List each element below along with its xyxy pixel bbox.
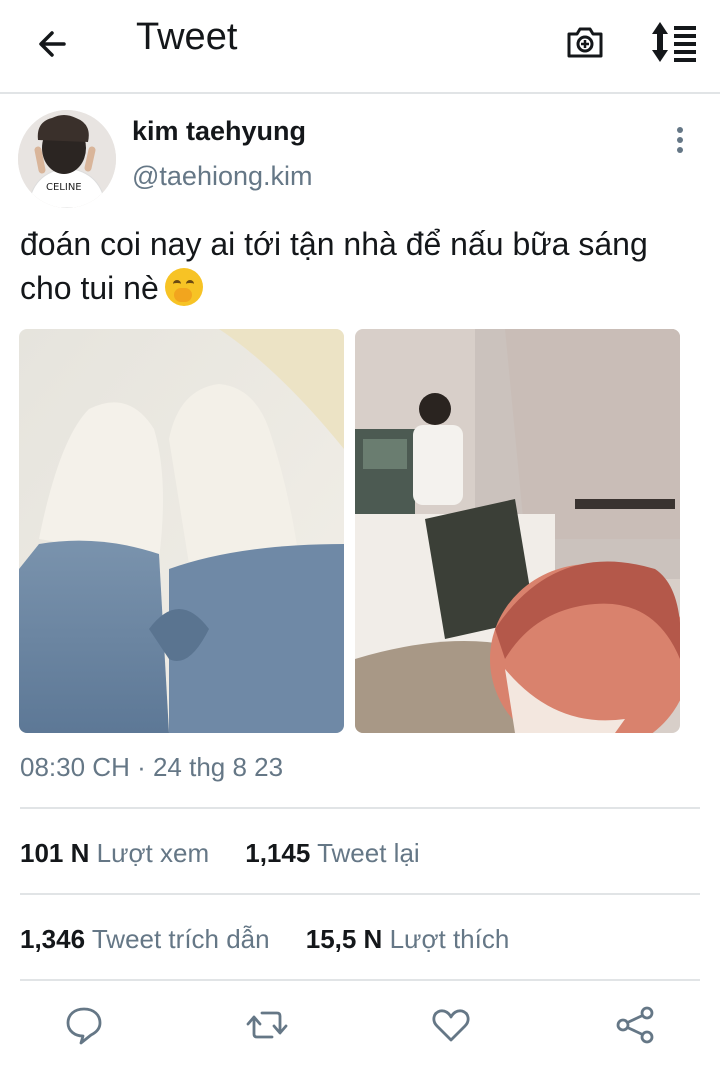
likes-stat[interactable]: 15,5 N Lượt thích	[306, 924, 510, 954]
tweet-actions	[0, 1000, 720, 1060]
camera-icon[interactable]	[563, 20, 607, 64]
share-icon[interactable]	[614, 1004, 656, 1046]
tweet-text-content: đoán coi nay ai tới tận nhà để nấu bữa s…	[20, 226, 648, 306]
avatar-shirt-text: CELINE	[46, 182, 82, 193]
quotes-label: Tweet trích dẫn	[91, 924, 270, 954]
avatar[interactable]: CELINE	[18, 110, 116, 208]
tweet-timestamp[interactable]: 08:30 CH · 24 thg 8 23	[20, 752, 283, 783]
top-bar: Tweet	[0, 0, 720, 94]
tweet-text: đoán coi nay ai tới tận nhà để nấu bữa s…	[20, 222, 690, 310]
more-vertical-icon[interactable]	[668, 124, 692, 156]
back-arrow-icon[interactable]	[34, 24, 74, 64]
retweets-count: 1,145	[245, 838, 311, 868]
likes-count: 15,5 N	[305, 924, 383, 954]
reply-icon[interactable]	[63, 1004, 105, 1046]
like-icon[interactable]	[430, 1004, 472, 1046]
views-count: 101 N	[20, 838, 90, 868]
quotes-count: 1,346	[20, 924, 86, 954]
face-with-hand-over-mouth-icon	[164, 268, 203, 306]
divider	[20, 979, 700, 981]
quotes-stat[interactable]: 1,346 Tweet trích dẫn	[20, 924, 270, 954]
page-title: Tweet	[136, 16, 238, 58]
stats-row-views-retweets: 101 N Lượt xem 1,145 Tweet lại	[20, 838, 420, 869]
author-handle[interactable]: @taehiong.kim	[132, 161, 313, 192]
retweets-stat[interactable]: 1,145 Tweet lại	[245, 838, 419, 868]
author-name[interactable]: kim taehyung	[132, 116, 306, 147]
stats-row-quotes-likes: 1,346 Tweet trích dẫn 15,5 N Lượt thích	[20, 924, 509, 955]
likes-label: Lượt thích	[389, 924, 510, 954]
divider	[20, 807, 700, 809]
retweet-icon[interactable]	[246, 1004, 288, 1046]
divider	[20, 893, 700, 895]
tweet-photo-kitchen[interactable]	[355, 329, 680, 733]
retweets-label: Tweet lại	[317, 838, 420, 868]
sort-icon[interactable]	[650, 20, 698, 64]
tweet-photo-socks[interactable]	[19, 329, 344, 733]
views-label: Lượt xem	[96, 838, 210, 868]
views-stat[interactable]: 101 N Lượt xem	[20, 838, 209, 868]
